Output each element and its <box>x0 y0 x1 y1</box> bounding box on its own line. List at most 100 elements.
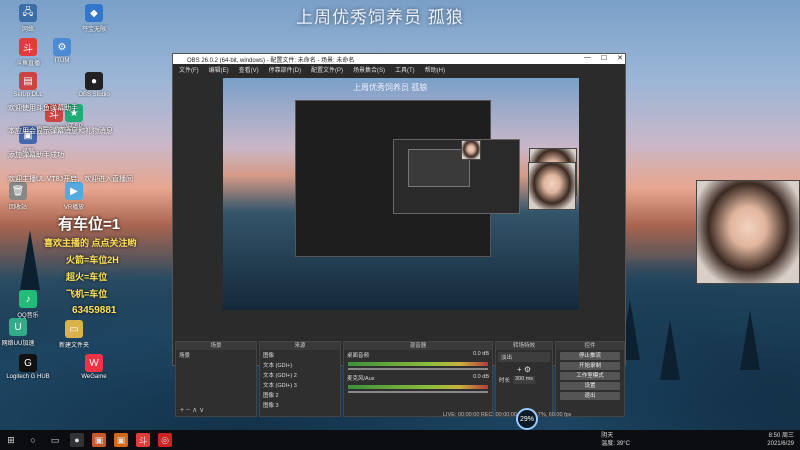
new-folder-icon: ▭ <box>65 320 83 338</box>
maximize-icon[interactable]: ☐ <box>601 54 607 62</box>
obs-taskbar-icon[interactable]: ● <box>70 433 84 447</box>
desktop-shortcut-label: 回收站 <box>8 205 27 211</box>
desktop-shortcut[interactable]: ◆ 夺宝无限 <box>66 4 122 33</box>
danmaku-note: 添加弹幕助手成功 <box>8 152 64 159</box>
app-taskbar-icon[interactable]: ▣ <box>114 433 128 447</box>
source-item[interactable]: 文本 (GDI+) 3 <box>260 380 340 390</box>
desktop-shortcut[interactable]: ♪ QQ音乐 <box>0 290 56 319</box>
mixer-panel[interactable]: 混音器 桌面音频 0.0 dB 麦克风/Aux 0.0 dB <box>343 341 493 417</box>
mixer-channel-name: 麦克风/Aux <box>347 376 375 382</box>
weather-text: 阴天 <box>601 433 614 439</box>
minimize-icon[interactable]: — <box>584 54 591 62</box>
obs-docks: 场景 场景 + − ∧ ∨ 来源 图像 文本 (GDI+) 文本 (GDI+) … <box>175 341 625 417</box>
windows-start-icon[interactable]: ⊞ <box>4 433 18 447</box>
qq-music-icon: ♪ <box>19 290 37 308</box>
desktop-shortcut-label: ITUM <box>54 58 70 64</box>
mixer-channel-db: 0.0 dB <box>473 351 489 357</box>
transition-select[interactable]: 淡出 <box>498 352 550 362</box>
uu-accelerator-icon: U <box>9 318 27 336</box>
performance-badge: 29% <box>516 408 538 430</box>
menu-profile[interactable]: 配置文件(P) <box>311 65 343 74</box>
menu-tools[interactable]: 工具(T) <box>395 65 415 74</box>
mixer-header: 混音器 <box>344 342 492 350</box>
menu-docks[interactable]: 停靠部件(D) <box>269 65 301 74</box>
overlay-line: 飞机=车位 <box>66 289 108 299</box>
danmaku-note: 欢迎主播UL VT8J开启，欢迎进入直播间 <box>8 176 133 183</box>
desktop-shortcut-label: 网络 <box>21 27 34 33</box>
webcam-overlay-small <box>528 162 576 210</box>
douyu-taskbar-icon[interactable]: 斗 <box>136 433 150 447</box>
desktop-shortcut[interactable]: ▤ SetUp DLL <box>0 72 56 98</box>
desktop-shortcut-label: 夺宝无限 <box>81 27 106 33</box>
app-taskbar-icon[interactable]: ▣ <box>92 433 106 447</box>
source-item[interactable]: 图像 <box>260 350 340 360</box>
close-icon[interactable]: ✕ <box>617 54 623 62</box>
obs-status-bar: LIVE: 00:00:00 REC: 00:00:00 CPU: 2.7%, … <box>443 412 572 418</box>
stream-overlay-title: 上周优秀饲养员 孤狼 <box>296 8 464 27</box>
menu-edit[interactable]: 编辑(E) <box>209 65 229 74</box>
start-recording-button[interactable]: 开始录制 <box>560 362 620 370</box>
desktop-shortcut[interactable]: 🗑 回收站 <box>0 182 46 211</box>
menu-help[interactable]: 帮助(H) <box>425 65 445 74</box>
audio-meter <box>348 385 488 389</box>
weather-sub: 温度: 39°C <box>601 441 630 447</box>
preview-nested-obs <box>295 100 520 257</box>
preview-webcam-nested <box>461 140 481 160</box>
setup-dll-icon: ▤ <box>19 72 37 90</box>
desktop-shortcut-label: OBS Studio <box>78 92 110 98</box>
overlay-qq-number: 63459881 <box>72 305 117 316</box>
desktop-shortcut[interactable]: G Logitech G HUB <box>0 354 56 380</box>
desktop-shortcut[interactable]: 🖧 网络 <box>0 4 56 33</box>
desktop-shortcut[interactable]: ▭ 新建文件夹 <box>46 320 102 349</box>
menu-file[interactable]: 文件(F) <box>179 65 199 74</box>
mixer-channel-name: 桌面音频 <box>347 353 370 359</box>
controls-panel[interactable]: 控件 停止推流 开始录制 工作室模式 设置 退出 <box>555 341 625 417</box>
transition-add-remove[interactable]: + ⚙ <box>496 364 552 375</box>
wegame-icon: W <box>85 354 103 372</box>
recycle-bin-icon: 🗑 <box>9 182 27 200</box>
transitions-panel[interactable]: 转场特效 淡出 + ⚙ 时长 300 ms <box>495 341 553 417</box>
studio-mode-button[interactable]: 工作室模式 <box>560 372 620 380</box>
desktop-shortcut-label: 网络UU加速 <box>1 341 35 347</box>
desktop-shortcut[interactable]: U 网络UU加速 <box>0 318 46 347</box>
itum-icon: ⚙ <box>53 38 71 56</box>
source-item[interactable]: 文本 (GDI+) 2 <box>260 370 340 380</box>
desktop-shortcut[interactable]: ● OBS Studio <box>66 72 122 98</box>
exit-button[interactable]: 退出 <box>560 392 620 400</box>
source-item[interactable]: 文本 (GDI+) <box>260 360 340 370</box>
network-icon: 🖧 <box>19 4 37 22</box>
settings-button[interactable]: 设置 <box>560 382 620 390</box>
scene-controls[interactable]: + − ∧ ∨ <box>180 406 204 414</box>
source-item[interactable]: 图像 3 <box>260 400 340 410</box>
overlay-line: 超火=车位 <box>66 272 108 282</box>
duration-label: 时长 <box>499 378 511 384</box>
volume-slider[interactable] <box>348 368 488 370</box>
clock[interactable]: 8:50 周三 2021/6/29 <box>767 432 794 448</box>
task-view-icon[interactable]: ▭ <box>48 433 62 447</box>
desktop-shortcut-label: WeGame <box>81 374 107 380</box>
app-taskbar-icon[interactable]: ◎ <box>158 433 172 447</box>
overlay-line: 火箭=车位2H <box>66 255 119 265</box>
obs-preview[interactable]: 上周优秀饲养员 孤狼 <box>223 78 579 310</box>
scenes-panel[interactable]: 场景 场景 + − ∧ ∨ <box>175 341 257 417</box>
wallpaper-tree <box>660 320 680 380</box>
obs-studio-icon: ● <box>85 72 103 90</box>
desktop-shortcut[interactable]: W WeGame <box>66 354 122 380</box>
scene-item[interactable]: 场景 <box>176 350 256 360</box>
menu-view[interactable]: 查看(V) <box>239 65 259 74</box>
preview-stream-title: 上周优秀饲养员 孤狼 <box>353 83 428 92</box>
volume-slider[interactable] <box>348 391 488 393</box>
stop-streaming-button[interactable]: 停止推流 <box>560 352 620 360</box>
menu-scene-collection[interactable]: 场景集合(S) <box>353 65 385 74</box>
danmaku-note: 欢迎使用斗鱼弹幕助手 <box>8 105 78 112</box>
desktop-shortcut[interactable]: ▶ VR播放 <box>46 182 102 211</box>
desktop-shortcut-label: Logitech G HUB <box>6 374 50 380</box>
source-item[interactable]: 图像 2 <box>260 390 340 400</box>
desktop-shortcut[interactable]: ⚙ ITUM <box>34 38 90 64</box>
duration-input[interactable]: 300 ms <box>513 376 536 384</box>
weather-widget[interactable]: 阴天 温度: 39°C <box>601 432 630 448</box>
obs-titlebar[interactable]: OBS 26.0.2 (64-bit, windows) - 配置文件: 未命名… <box>173 54 625 64</box>
sources-panel[interactable]: 来源 图像 文本 (GDI+) 文本 (GDI+) 2 文本 (GDI+) 3 … <box>259 341 341 417</box>
wallpaper-tree <box>20 230 40 290</box>
search-icon[interactable]: ○ <box>26 433 40 447</box>
